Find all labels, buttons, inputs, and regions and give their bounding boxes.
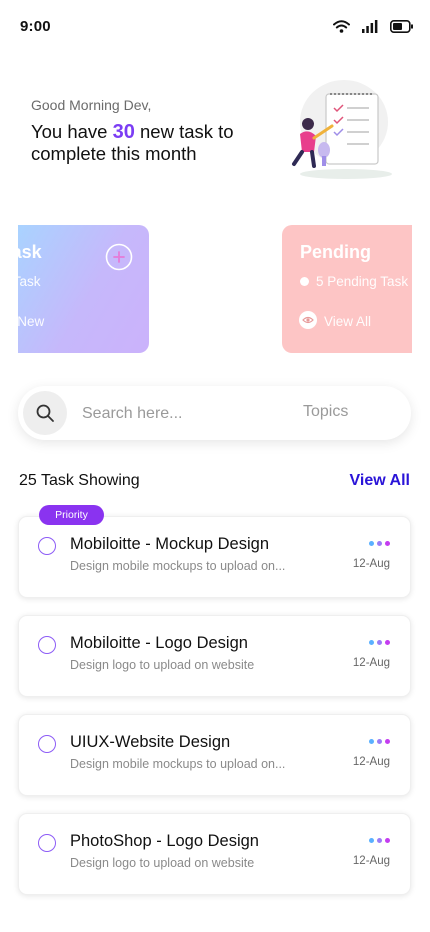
task-title: PhotoShop - Logo Design [70,832,259,850]
search-icon[interactable] [23,391,67,435]
task-count: 30 [112,121,135,143]
pending-view-all-link[interactable]: View All [324,314,371,329]
task-checkbox[interactable] [38,537,56,555]
priority-badge: Priority [39,505,104,525]
pending-card-title: Pending [300,242,371,262]
task-count-header: 25 Task Showing [19,472,140,489]
task-card-summary[interactable]: Task ew Task d New [18,225,149,353]
more-dots-icon[interactable] [369,640,390,645]
more-dots-icon[interactable] [369,838,390,843]
task-card-title: Task [18,242,42,262]
search-bar[interactable]: Topics [18,386,411,440]
signal-icon [362,20,378,33]
task-title: Mobiloitte - Mockup Design [70,535,269,553]
task-title: UIUX-Website Design [70,733,231,751]
search-input[interactable] [80,398,284,430]
task-item[interactable]: UIUX-Website Design Design mobile mockup… [18,714,411,796]
task-description: Design logo to upload on website [70,856,255,870]
task-item[interactable]: Mobiloitte - Logo Design Design logo to … [18,615,411,697]
task-checkbox[interactable] [38,834,56,852]
task-date: 12-Aug [352,657,390,669]
wifi-icon [333,20,350,33]
status-time: 9:00 [20,18,51,35]
task-description: Design mobile mockups to upload on... [70,559,286,573]
pending-card-count: 5 Pending Task [316,274,409,289]
greeting-message: You have 30 new task to complete this mo… [31,121,281,165]
status-bar: 9:00 [0,0,430,56]
greeting-subtitle: Good Morning Dev, [31,97,152,113]
more-dots-icon[interactable] [369,541,390,546]
plus-icon[interactable] [105,243,133,271]
status-icons [333,20,414,33]
greeting-prefix: You have [31,121,113,142]
eye-icon [299,311,317,329]
task-card-line2: d New [18,314,45,329]
battery-icon [390,20,413,33]
task-checkbox[interactable] [38,735,56,753]
task-date: 12-Aug [352,855,390,867]
more-dots-icon[interactable] [369,739,390,744]
task-title: Mobiloitte - Logo Design [70,634,248,652]
task-description: Design logo to upload on website [70,658,255,672]
task-item[interactable]: PhotoShop - Logo Design Design logo to u… [18,813,411,895]
task-illustration [292,80,392,179]
task-date: 12-Aug [352,558,390,570]
topics-filter[interactable]: Topics [303,403,348,421]
task-description: Design mobile mockups to upload on... [70,757,286,771]
pending-dot-icon [300,277,309,286]
task-card-line1: ew Task [18,274,41,289]
pending-card-summary[interactable]: Pending 5 Pending Task View All [282,225,412,353]
view-all-link[interactable]: View All [350,472,410,490]
task-item[interactable]: Mobiloitte - Mockup Design Design mobile… [18,516,411,598]
task-date: 12-Aug [352,756,390,768]
task-checkbox[interactable] [38,636,56,654]
